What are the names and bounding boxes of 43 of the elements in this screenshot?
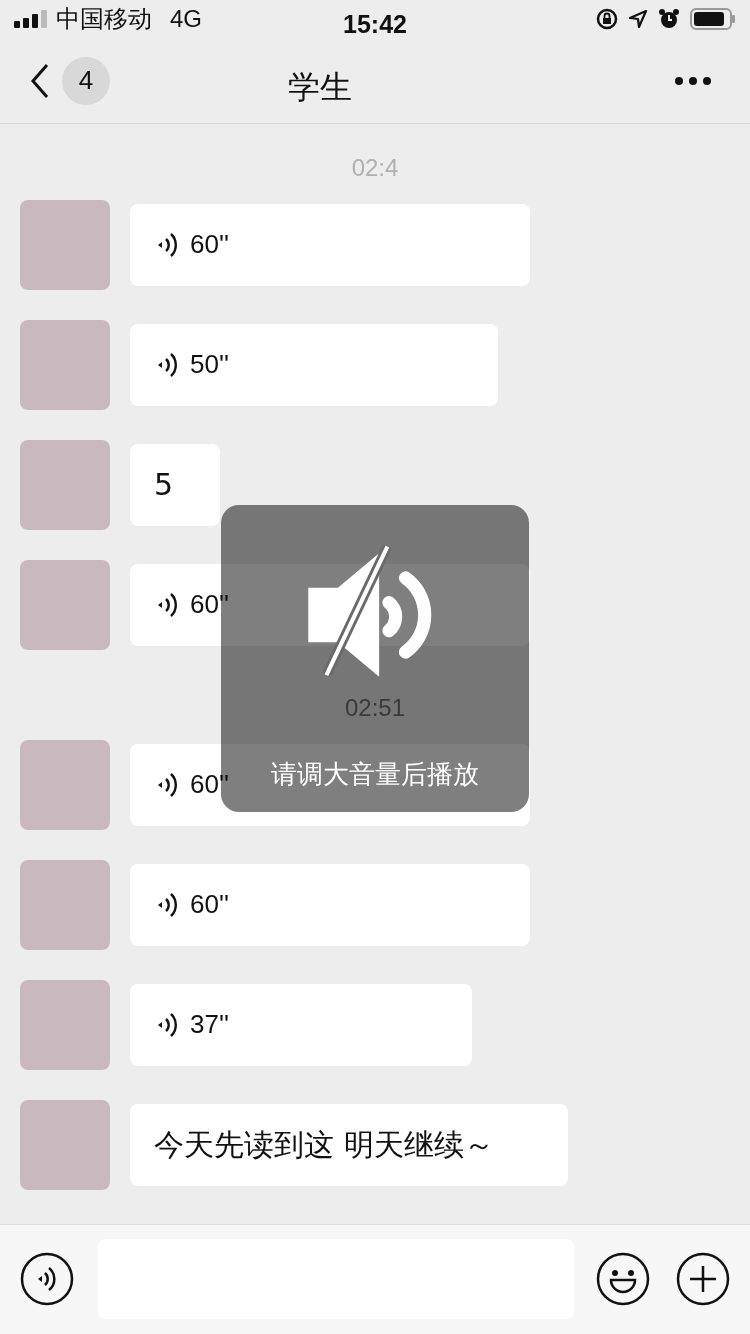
alarm-clock-icon bbox=[658, 8, 680, 31]
carrier-name: 中国移动 bbox=[56, 4, 152, 36]
voice-duration: 60'' bbox=[190, 768, 229, 802]
voice-duration: 60'' bbox=[190, 588, 229, 622]
network-type: 4G bbox=[170, 4, 202, 35]
avatar[interactable] bbox=[20, 979, 110, 1070]
voice-input-icon[interactable] bbox=[20, 1252, 74, 1307]
avatar[interactable] bbox=[20, 319, 110, 410]
voice-wave-icon bbox=[156, 770, 180, 799]
signal-icon bbox=[14, 10, 48, 29]
voice-message-bubble[interactable]: 50'' bbox=[130, 323, 498, 406]
battery-icon bbox=[690, 8, 736, 31]
unread-count-badge: 4 bbox=[62, 56, 110, 105]
voice-duration: 50'' bbox=[190, 348, 229, 382]
voice-duration: 60'' bbox=[190, 888, 229, 922]
voice-message-bubble[interactable]: 60'' bbox=[130, 863, 530, 946]
voice-message-bubble[interactable]: 60'' bbox=[130, 203, 530, 286]
voice-duration: 37'' bbox=[190, 1008, 229, 1042]
back-icon[interactable] bbox=[30, 62, 50, 99]
status-time: 15:42 bbox=[343, 9, 407, 40]
emoji-icon[interactable] bbox=[596, 1252, 650, 1307]
avatar[interactable] bbox=[20, 559, 110, 650]
voice-wave-icon bbox=[156, 890, 180, 919]
chat-title: 学生 bbox=[288, 66, 352, 108]
voice-duration: 60'' bbox=[190, 228, 229, 262]
timestamp: 02:4 bbox=[351, 152, 399, 183]
avatar[interactable] bbox=[20, 859, 110, 950]
avatar[interactable] bbox=[20, 439, 110, 530]
more-icon[interactable] bbox=[674, 75, 712, 86]
text-message-bubble: 今天先读到这 明天继续～ bbox=[130, 1103, 568, 1186]
location-arrow-icon bbox=[628, 9, 648, 30]
avatar[interactable] bbox=[20, 739, 110, 830]
add-icon[interactable] bbox=[676, 1252, 730, 1307]
avatar[interactable] bbox=[20, 199, 110, 290]
avatar[interactable] bbox=[20, 1099, 110, 1190]
toast-message: 请调大音量后播放 bbox=[271, 758, 479, 791]
voice-wave-icon bbox=[156, 1010, 180, 1039]
voice-wave-icon bbox=[156, 350, 180, 379]
timestamp: 02:51 bbox=[344, 692, 406, 723]
voice-message-bubble[interactable]: 37'' bbox=[130, 983, 472, 1066]
voice-wave-icon bbox=[156, 230, 180, 259]
rotation-lock-icon bbox=[596, 8, 618, 31]
text-message-bubble: 5 bbox=[130, 443, 220, 526]
